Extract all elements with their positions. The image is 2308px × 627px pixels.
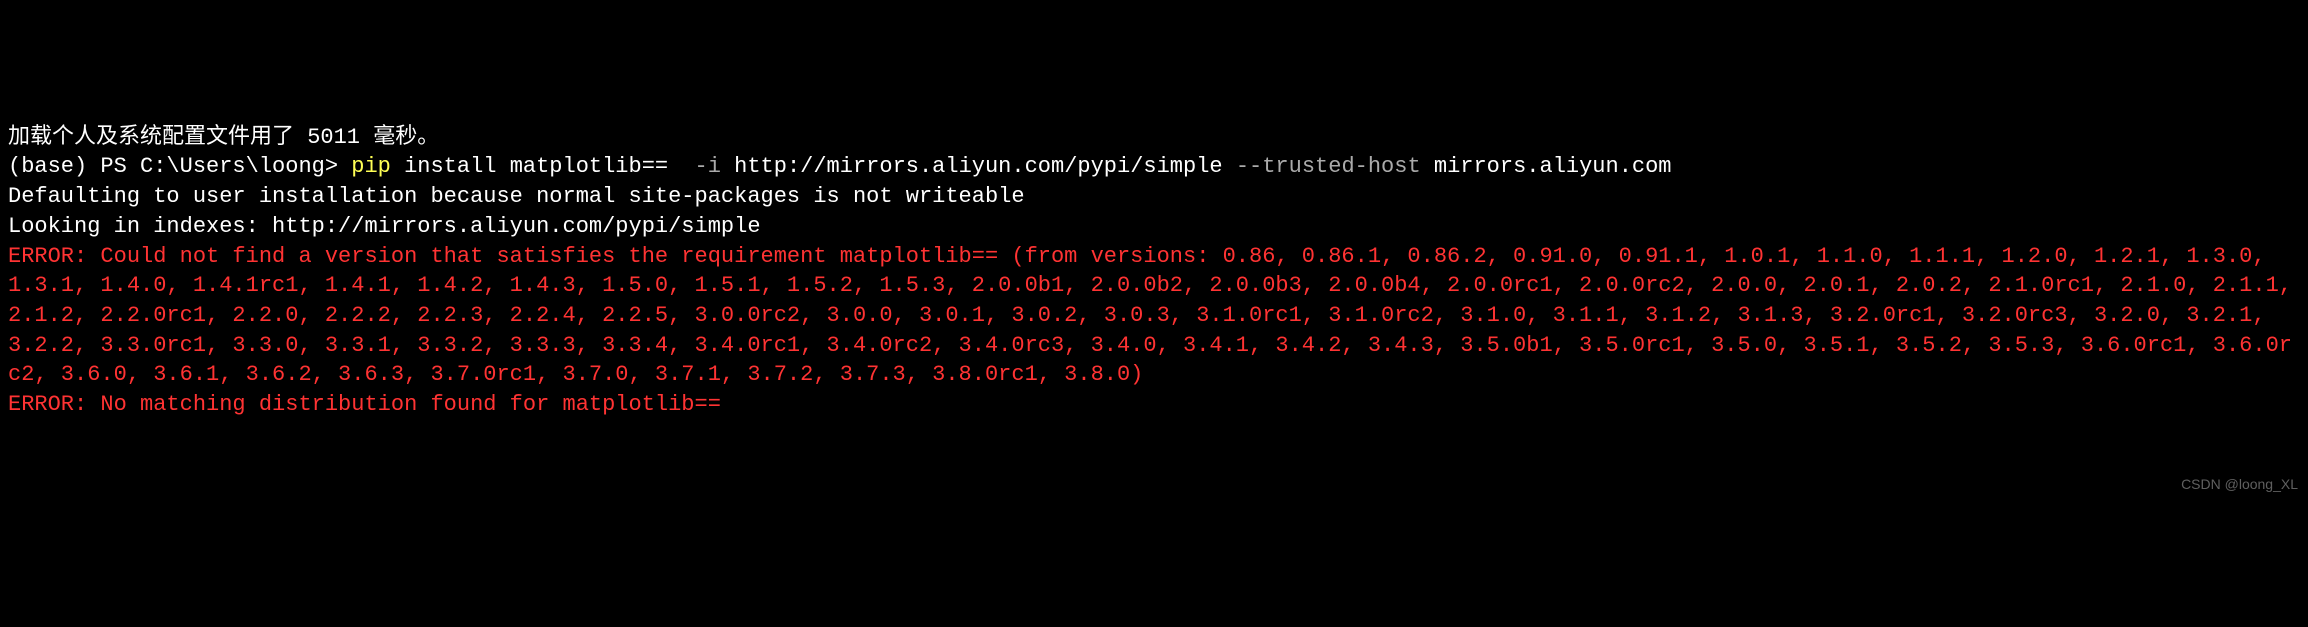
terminal-error-line: ERROR: Could not find a version that sat… (8, 242, 2300, 390)
error-nomatch-message: ERROR: No matching distribution found fo… (8, 392, 721, 417)
cmd-pip: pip (351, 154, 391, 179)
terminal-output-line: 加载个人及系统配置文件用了 5011 毫秒。 (8, 123, 2300, 153)
terminal-output-line: Defaulting to user installation because … (8, 182, 2300, 212)
cmd-flag-trusted-host: --trusted-host (1236, 154, 1421, 179)
startup-message: 加载个人及系统配置文件用了 5011 毫秒。 (8, 125, 439, 150)
terminal-error-line: ERROR: No matching distribution found fo… (8, 390, 2300, 420)
error-versions-message: ERROR: Could not find a version that sat… (8, 244, 2305, 388)
cmd-flag-i: -i (695, 154, 721, 179)
defaulting-message: Defaulting to user installation because … (8, 184, 1025, 209)
terminal-command-line[interactable]: (base) PS C:\Users\loong> pip install ma… (8, 152, 2300, 182)
cmd-host: mirrors.aliyun.com (1421, 154, 1672, 179)
looking-indexes-message: Looking in indexes: http://mirrors.aliyu… (8, 214, 761, 239)
cmd-url: http://mirrors.aliyun.com/pypi/simple (721, 154, 1236, 179)
terminal-output-line: Looking in indexes: http://mirrors.aliyu… (8, 212, 2300, 242)
prompt-prefix: (base) PS C:\Users\loong> (8, 154, 351, 179)
cmd-args-1: install matplotlib== (391, 154, 695, 179)
watermark-text: CSDN @loong_XL (2181, 475, 2298, 494)
